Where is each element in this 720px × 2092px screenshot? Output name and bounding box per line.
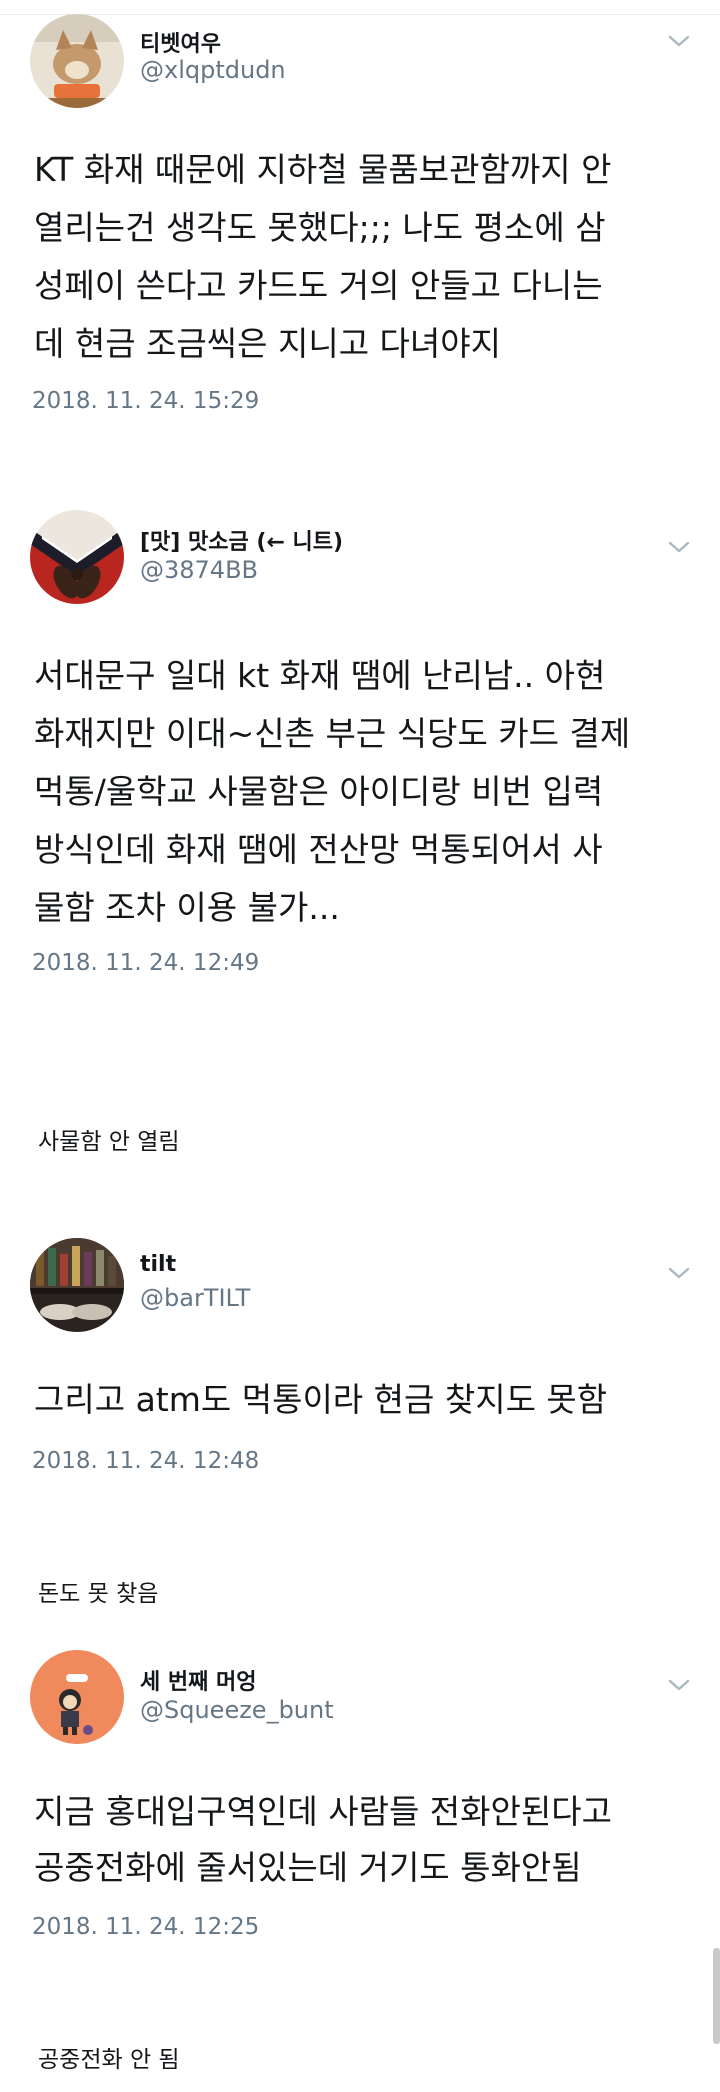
tweet-card[interactable]: 세 번째 머엉 @Squeeze_bunt 지금 홍대입구역인데 사람들 전화안… [0, 0, 720, 1960]
scrollbar[interactable] [713, 1948, 720, 2044]
character-avatar-icon [30, 1650, 124, 1744]
tweet-text-line: 공중전화에 줄서있는데 거기도 통화안됨 [34, 1848, 582, 1887]
avatar[interactable] [30, 1650, 124, 1744]
user-handle[interactable]: @Squeeze_bunt [140, 1696, 334, 1724]
chevron-down-icon[interactable] [668, 1678, 690, 1692]
tweet-timestamp[interactable]: 2018. 11. 24. 12:25 [32, 1914, 259, 1940]
display-name[interactable]: 세 번째 머엉 [140, 1664, 257, 1696]
caption: 공중전화 안 됨 [38, 2047, 180, 2073]
tweet-text-line: 지금 홍대입구역인데 사람들 전화안된다고 [34, 1792, 612, 1831]
